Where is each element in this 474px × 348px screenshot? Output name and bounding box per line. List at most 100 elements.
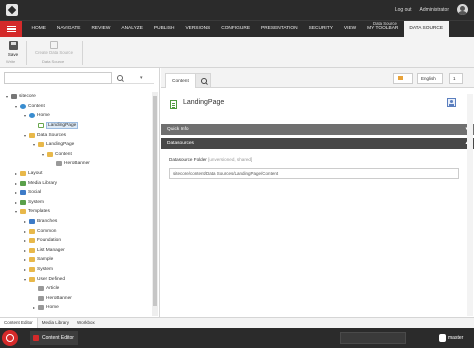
tree-search-input[interactable] bbox=[4, 72, 112, 84]
collapse-icon[interactable]: ▾ bbox=[31, 142, 37, 147]
tree-node[interactable]: ▸ Media Library bbox=[4, 178, 152, 188]
tab-data-source[interactable]: DATA SOURCE bbox=[403, 21, 449, 37]
start-icon[interactable] bbox=[2, 330, 18, 346]
expand-icon[interactable]: ▸ bbox=[13, 200, 19, 205]
tree-node-label[interactable]: Media Library bbox=[28, 181, 57, 186]
tab-view[interactable]: VIEW bbox=[338, 21, 361, 37]
tree-node-label[interactable]: Foundation bbox=[37, 238, 61, 243]
tab-security[interactable]: SECURITY bbox=[303, 21, 338, 37]
collapse-icon[interactable]: ▾ bbox=[13, 209, 19, 214]
tab-configure[interactable]: CONFIGURE bbox=[216, 21, 256, 37]
tree-node-label[interactable]: Branches bbox=[37, 219, 57, 224]
tree-node[interactable]: ▾ Content bbox=[4, 150, 152, 160]
avatar-icon[interactable] bbox=[457, 4, 468, 15]
tree-node[interactable]: ▸ List Manager bbox=[4, 246, 152, 256]
sitecore-logo-icon[interactable] bbox=[6, 4, 18, 16]
tab-versions[interactable]: VERSIONS bbox=[180, 21, 216, 37]
tab-presentation[interactable]: PRESENTATION bbox=[256, 21, 304, 37]
save-button[interactable]: Save bbox=[4, 41, 22, 57]
tree-node[interactable]: ▸ Layout bbox=[4, 169, 152, 179]
tree-node-label[interactable]: HeroBanner bbox=[64, 161, 90, 166]
tree-node[interactable]: ▾ Templates bbox=[4, 207, 152, 217]
tree-node-label[interactable]: Layout bbox=[28, 171, 42, 176]
expand-icon[interactable]: ▸ bbox=[22, 238, 28, 243]
chevron-down-icon[interactable]: ▾ bbox=[140, 75, 143, 81]
expand-icon[interactable]: ▸ bbox=[13, 181, 19, 186]
tree-node[interactable]: ▾ Data Sources bbox=[4, 130, 152, 140]
tab-content[interactable]: Content bbox=[165, 73, 196, 88]
item-tools-button[interactable] bbox=[393, 73, 413, 84]
tree-node[interactable]: ▸ Social bbox=[4, 188, 152, 198]
tab-analyze[interactable]: ANALYZE bbox=[116, 21, 149, 37]
tree-node[interactable]: ▸ System bbox=[4, 198, 152, 208]
tree-node-label[interactable]: Content bbox=[28, 104, 45, 109]
tree-node[interactable]: ▾ sitecore bbox=[4, 92, 152, 102]
tree-node[interactable]: ▸ System bbox=[4, 265, 152, 275]
expand-icon[interactable]: ▸ bbox=[22, 229, 28, 234]
tree-scroll-thumb[interactable] bbox=[153, 96, 157, 306]
language-selector[interactable]: English bbox=[417, 73, 443, 84]
taskbar-app-content-editor[interactable]: Content Editor bbox=[30, 331, 78, 345]
tree-node[interactable]: ▸ Foundation bbox=[4, 236, 152, 246]
tree-node-label[interactable]: Content bbox=[55, 152, 72, 157]
tree-node[interactable]: ▾ LandingPage bbox=[4, 140, 152, 150]
expand-icon[interactable]: ▸ bbox=[22, 267, 28, 272]
tree-node[interactable]: ▸ Sample bbox=[4, 255, 152, 265]
tab-home[interactable]: HOME bbox=[26, 21, 51, 37]
tree-scrollbar[interactable] bbox=[152, 92, 158, 316]
tree-node[interactable]: LandingPage bbox=[4, 121, 152, 131]
tree-node[interactable]: ▸ Home bbox=[4, 303, 152, 313]
taskbar-search[interactable] bbox=[340, 332, 406, 344]
tree-node[interactable]: ▾ Content bbox=[4, 102, 152, 112]
create-data-source-button[interactable]: Create Data Source bbox=[30, 41, 78, 55]
tree-node-label[interactable]: System bbox=[37, 267, 53, 272]
tree-node-label[interactable]: Data Sources bbox=[37, 133, 66, 138]
tree-node-label[interactable]: System bbox=[28, 200, 44, 205]
bottom-tab-workbox[interactable]: Workbox bbox=[73, 318, 99, 328]
expand-icon[interactable]: ▸ bbox=[13, 171, 19, 176]
tree-node[interactable]: HeroBanner bbox=[4, 159, 152, 169]
collapse-icon[interactable]: ▾ bbox=[4, 94, 10, 99]
tree-node-label[interactable]: LandingPage bbox=[46, 142, 74, 147]
tree-node-label[interactable]: List Manager bbox=[37, 248, 65, 253]
tree-node[interactable]: ▾ Home bbox=[4, 111, 152, 121]
menu-icon[interactable] bbox=[0, 21, 22, 37]
tree-node-label[interactable]: Home bbox=[37, 113, 50, 118]
tree-node[interactable]: ▾ User Defined bbox=[4, 274, 152, 284]
expand-icon[interactable]: ▸ bbox=[22, 248, 28, 253]
collapse-icon[interactable]: ▾ bbox=[13, 104, 19, 109]
expand-icon[interactable]: ▸ bbox=[31, 305, 37, 310]
tree-node-label[interactable]: Sample bbox=[37, 257, 53, 262]
tab-navigate[interactable]: NAVIGATE bbox=[51, 21, 86, 37]
collapse-icon[interactable]: ▾ bbox=[22, 133, 28, 138]
tree-node[interactable]: ▸ Common bbox=[4, 226, 152, 236]
tree-node-label[interactable]: sitecore bbox=[19, 94, 36, 99]
tree-node-label[interactable]: User Defined bbox=[37, 277, 65, 282]
tree-node-label[interactable]: Templates bbox=[28, 209, 50, 214]
tab-publish[interactable]: PUBLISH bbox=[148, 21, 180, 37]
bottom-tab-media-library[interactable]: Media Library bbox=[38, 318, 73, 328]
tree-node-label[interactable]: Social bbox=[28, 190, 41, 195]
expand-icon[interactable]: ▸ bbox=[22, 219, 28, 224]
datasource-folder-field[interactable] bbox=[169, 168, 459, 179]
tree-node-label[interactable]: LandingPage bbox=[46, 122, 79, 130]
collapse-icon[interactable]: ▾ bbox=[22, 113, 28, 118]
editor-scrollbar[interactable] bbox=[467, 94, 473, 316]
tab-review[interactable]: REVIEW bbox=[86, 21, 116, 37]
search-tab-icon[interactable] bbox=[195, 73, 211, 88]
tree-node-label[interactable]: Article bbox=[46, 286, 59, 291]
tree-node[interactable]: HeroBanner bbox=[4, 293, 152, 303]
tree-node-label[interactable]: Home bbox=[46, 305, 59, 310]
tree-node-label[interactable]: Common bbox=[37, 229, 56, 234]
tree-node-label[interactable]: HeroBanner bbox=[46, 296, 72, 301]
search-icon[interactable] bbox=[116, 74, 124, 82]
collapse-icon[interactable]: ▾ bbox=[40, 152, 46, 157]
expand-icon[interactable]: ▸ bbox=[13, 190, 19, 195]
database-selector[interactable]: master bbox=[438, 331, 463, 345]
user-icon[interactable] bbox=[447, 98, 456, 107]
version-selector[interactable]: 1 bbox=[449, 73, 463, 84]
bottom-tab-content-editor[interactable]: Content Editor bbox=[0, 318, 38, 328]
expand-icon[interactable]: ▸ bbox=[22, 257, 28, 262]
tree-node[interactable]: ▸ Branches bbox=[4, 217, 152, 227]
collapse-icon[interactable]: ▾ bbox=[22, 277, 28, 282]
